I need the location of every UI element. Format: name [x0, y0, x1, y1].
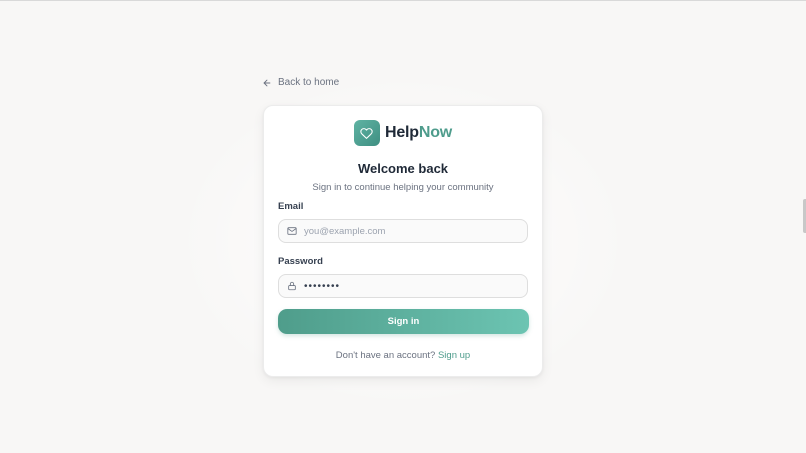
email-label: Email: [278, 201, 304, 212]
arrow-left-icon: [263, 79, 271, 86]
brand-name-now: Now: [418, 124, 453, 141]
page-title: Welcome back: [357, 161, 449, 176]
password-label: Password: [278, 256, 323, 267]
email-input[interactable]: [304, 225, 504, 237]
page-subtitle: Sign in to continue helping your communi…: [312, 182, 494, 193]
lock-icon: [287, 281, 297, 291]
brand-logo: HelpNow: [264, 120, 542, 146]
brand-name: HelpNow: [385, 124, 452, 142]
mail-icon: [287, 226, 297, 236]
signup-prompt-text: Don't have an account?: [335, 350, 436, 361]
password-input[interactable]: [304, 280, 504, 292]
email-field[interactable]: [278, 219, 528, 243]
password-field[interactable]: [278, 274, 528, 298]
page: Back to home HelpNow Welcome back Sign i…: [0, 0, 806, 453]
back-to-home-link[interactable]: Back to home: [262, 77, 339, 88]
signup-prompt: Don't have an account? Sign up: [264, 350, 542, 361]
sign-in-button[interactable]: Sign in: [278, 309, 529, 334]
sign-in-card: HelpNow Welcome back Sign in to continue…: [263, 105, 543, 377]
logo-badge: [353, 120, 380, 146]
back-link-label: Back to home: [278, 77, 340, 88]
brand-name-help: Help: [384, 124, 419, 141]
heart-icon: [360, 127, 374, 139]
sign-up-link[interactable]: Sign up: [438, 350, 470, 361]
